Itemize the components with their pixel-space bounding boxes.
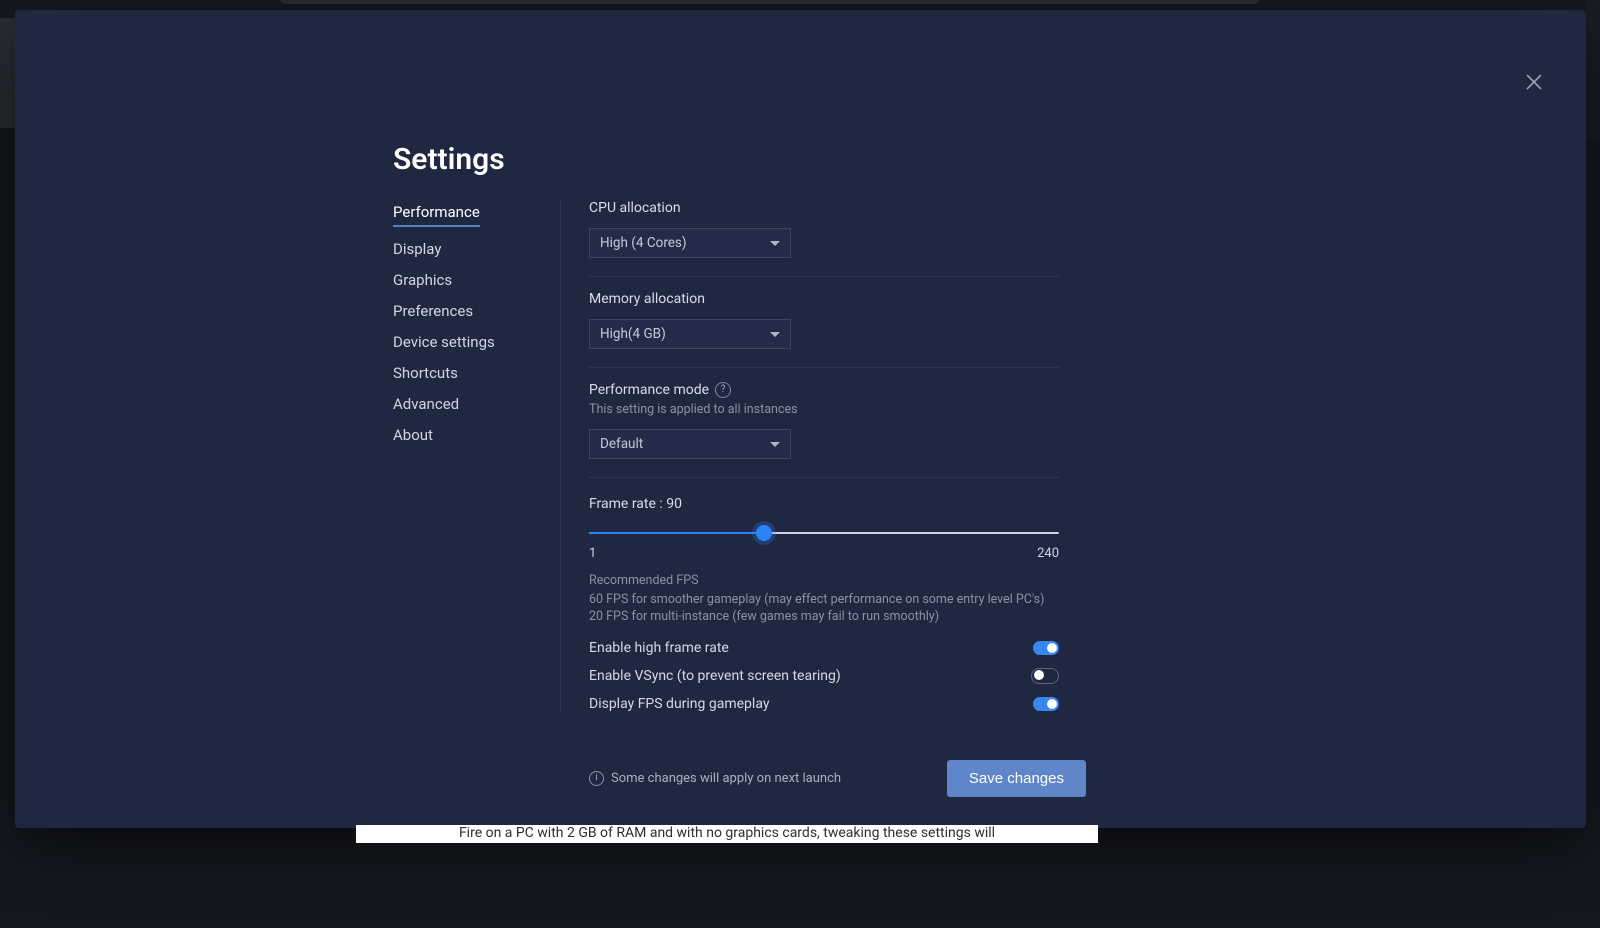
toggle-label-high-frame-rate: Enable high frame rate [589,640,729,656]
sidebar-item-performance[interactable]: Performance [393,203,480,227]
performance-mode-label: Performance mode [589,382,709,398]
toggle-vsync[interactable] [1031,668,1059,684]
sidebar-item-advanced[interactable]: Advanced [393,395,459,413]
settings-content: CPU allocation High (4 Cores) Memory all… [589,200,1059,797]
memory-allocation-label: Memory allocation [589,291,1059,307]
slider-max: 240 [1037,546,1059,561]
divider [589,477,1059,478]
toggle-row-vsync: Enable VSync (to prevent screen tearing) [589,668,1059,684]
settings-sidebar: Performance Display Graphics Preferences… [393,203,543,444]
toggle-display-fps[interactable] [1033,697,1059,711]
performance-mode-note: This setting is applied to all instances [589,402,1059,417]
toggle-row-display-fps: Display FPS during gameplay [589,696,1059,712]
background-page-strip: Fire on a PC with 2 GB of RAM and with n… [356,825,1098,843]
toggle-row-high-frame-rate: Enable high frame rate [589,640,1059,656]
settings-footer: i Some changes will apply on next launch… [589,760,1086,797]
recommended-fps-body: 60 FPS for smoother gameplay (may effect… [589,592,1059,626]
background-left-strip [0,18,15,128]
recommended-fps-title: Recommended FPS [589,573,1059,588]
footer-note: i Some changes will apply on next launch [589,771,841,786]
background-address-bar [280,0,1260,4]
close-icon [1522,70,1546,94]
help-icon[interactable]: ? [715,382,731,398]
save-changes-button[interactable]: Save changes [947,760,1086,797]
sidebar-item-display[interactable]: Display [393,240,441,258]
toggle-label-vsync: Enable VSync (to prevent screen tearing) [589,668,841,684]
info-icon: i [589,771,604,786]
sidebar-item-graphics[interactable]: Graphics [393,271,452,289]
memory-allocation-select[interactable]: High(4 GB) [589,319,791,349]
background-right-strip [1586,0,1600,140]
cpu-allocation-select[interactable]: High (4 Cores) [589,228,791,258]
page-title: Settings [393,142,505,177]
slider-range-labels: 1 240 [589,546,1059,561]
toggle-label-display-fps: Display FPS during gameplay [589,696,769,712]
sidebar-item-preferences[interactable]: Preferences [393,302,473,320]
slider-fill [589,532,764,534]
frame-rate-label: Frame rate : 90 [589,496,1059,512]
settings-modal: Settings Performance Display Graphics Pr… [15,10,1586,828]
sidebar-divider [560,200,561,713]
close-button[interactable] [1522,70,1546,94]
sidebar-item-device-settings[interactable]: Device settings [393,333,495,351]
divider [589,367,1059,368]
footer-note-text: Some changes will apply on next launch [611,771,841,786]
sidebar-item-shortcuts[interactable]: Shortcuts [393,364,458,382]
chevron-down-icon [770,442,780,447]
sidebar-item-about[interactable]: About [393,426,433,444]
cpu-allocation-value: High (4 Cores) [600,235,687,251]
chevron-down-icon [770,241,780,246]
divider [589,276,1059,277]
performance-mode-select[interactable]: Default [589,429,791,459]
performance-mode-value: Default [600,436,643,452]
cpu-allocation-label: CPU allocation [589,200,1059,216]
slider-min: 1 [589,546,596,561]
toggle-high-frame-rate[interactable] [1033,641,1059,655]
memory-allocation-value: High(4 GB) [600,326,666,342]
chevron-down-icon [770,332,780,337]
slider-thumb[interactable] [756,525,772,541]
frame-rate-slider[interactable] [589,526,1059,540]
